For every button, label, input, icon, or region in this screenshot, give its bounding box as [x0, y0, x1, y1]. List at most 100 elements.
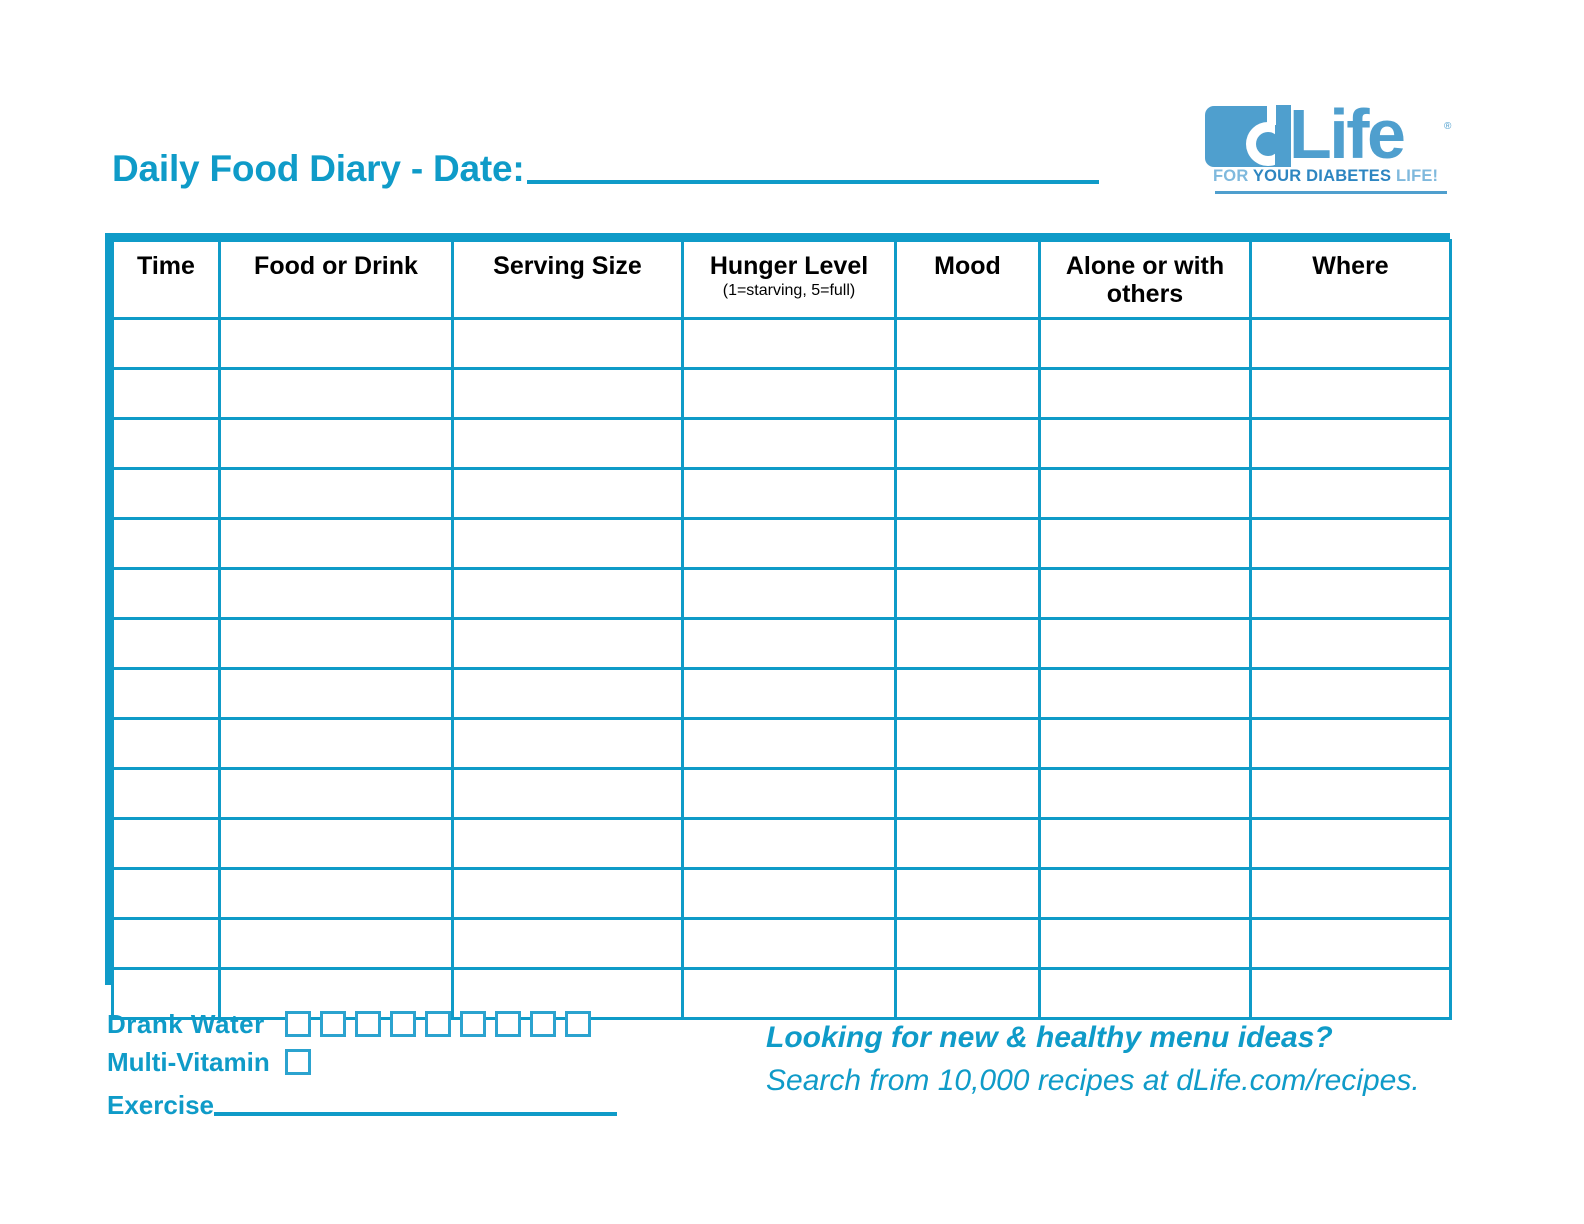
table-cell[interactable]: [451, 767, 684, 820]
table-cell[interactable]: [1249, 817, 1452, 870]
table-cell[interactable]: [894, 817, 1041, 870]
table-cell[interactable]: [1038, 817, 1252, 870]
table-cell[interactable]: [1249, 367, 1452, 420]
table-cell[interactable]: [1038, 517, 1252, 570]
table-cell[interactable]: [894, 867, 1041, 920]
table-cell[interactable]: [1038, 767, 1252, 820]
table-cell[interactable]: [218, 867, 454, 920]
table-cell[interactable]: [894, 917, 1041, 970]
table-cell[interactable]: [1249, 967, 1452, 1020]
table-cell[interactable]: [1249, 867, 1452, 920]
table-cell[interactable]: [451, 817, 684, 870]
drank-water-checkbox[interactable]: [355, 1011, 381, 1037]
table-cell[interactable]: [111, 667, 221, 720]
table-cell[interactable]: [111, 367, 221, 420]
table-cell[interactable]: [681, 617, 897, 670]
drank-water-checkbox[interactable]: [565, 1011, 591, 1037]
table-cell[interactable]: [111, 467, 221, 520]
exercise-fill-in-line[interactable]: [213, 1112, 617, 1116]
table-cell[interactable]: [451, 667, 684, 720]
table-cell[interactable]: [894, 417, 1041, 470]
table-cell[interactable]: [1038, 967, 1252, 1020]
table-cell[interactable]: [451, 317, 684, 370]
table-cell[interactable]: [451, 367, 684, 420]
table-cell[interactable]: [894, 667, 1041, 720]
table-cell[interactable]: [111, 867, 221, 920]
table-cell[interactable]: [111, 617, 221, 670]
table-cell[interactable]: [111, 717, 221, 770]
table-cell[interactable]: [681, 467, 897, 520]
date-fill-in-line[interactable]: [526, 180, 1099, 184]
table-cell[interactable]: [218, 917, 454, 970]
table-cell[interactable]: [681, 867, 897, 920]
table-cell[interactable]: [681, 917, 897, 970]
drank-water-checkbox[interactable]: [285, 1011, 311, 1037]
table-cell[interactable]: [894, 317, 1041, 370]
table-cell[interactable]: [894, 517, 1041, 570]
table-cell[interactable]: [681, 367, 897, 420]
table-cell[interactable]: [681, 417, 897, 470]
table-cell[interactable]: [111, 567, 221, 620]
table-cell[interactable]: [451, 517, 684, 570]
table-cell[interactable]: [681, 567, 897, 620]
table-cell[interactable]: [681, 767, 897, 820]
table-cell[interactable]: [218, 367, 454, 420]
table-cell[interactable]: [111, 767, 221, 820]
table-cell[interactable]: [1038, 417, 1252, 470]
table-cell[interactable]: [218, 417, 454, 470]
table-cell[interactable]: [1038, 617, 1252, 670]
table-cell[interactable]: [111, 317, 221, 370]
table-cell[interactable]: [894, 767, 1041, 820]
table-cell[interactable]: [1038, 567, 1252, 620]
table-cell[interactable]: [1249, 567, 1452, 620]
table-cell[interactable]: [1038, 717, 1252, 770]
table-cell[interactable]: [894, 567, 1041, 620]
table-cell[interactable]: [1249, 767, 1452, 820]
table-cell[interactable]: [681, 667, 897, 720]
table-cell[interactable]: [218, 317, 454, 370]
table-cell[interactable]: [111, 817, 221, 870]
drank-water-checkbox[interactable]: [530, 1011, 556, 1037]
table-cell[interactable]: [451, 867, 684, 920]
table-cell[interactable]: [1038, 467, 1252, 520]
table-cell[interactable]: [111, 417, 221, 470]
table-cell[interactable]: [451, 417, 684, 470]
table-cell[interactable]: [1249, 617, 1452, 670]
table-cell[interactable]: [894, 967, 1041, 1020]
drank-water-checkbox[interactable]: [460, 1011, 486, 1037]
table-cell[interactable]: [451, 617, 684, 670]
table-cell[interactable]: [681, 517, 897, 570]
table-cell[interactable]: [681, 717, 897, 770]
table-cell[interactable]: [681, 317, 897, 370]
table-cell[interactable]: [218, 717, 454, 770]
drank-water-checkbox[interactable]: [425, 1011, 451, 1037]
table-cell[interactable]: [1249, 417, 1452, 470]
table-cell[interactable]: [894, 467, 1041, 520]
table-cell[interactable]: [1249, 917, 1452, 970]
table-cell[interactable]: [218, 517, 454, 570]
table-cell[interactable]: [1038, 867, 1252, 920]
table-cell[interactable]: [1249, 717, 1452, 770]
table-cell[interactable]: [218, 667, 454, 720]
table-cell[interactable]: [1249, 467, 1452, 520]
table-cell[interactable]: [681, 817, 897, 870]
table-cell[interactable]: [451, 717, 684, 770]
table-cell[interactable]: [218, 567, 454, 620]
table-cell[interactable]: [218, 767, 454, 820]
table-cell[interactable]: [1249, 667, 1452, 720]
drank-water-checkbox[interactable]: [495, 1011, 521, 1037]
table-cell[interactable]: [218, 817, 454, 870]
table-cell[interactable]: [1249, 317, 1452, 370]
table-cell[interactable]: [1038, 667, 1252, 720]
table-cell[interactable]: [1038, 367, 1252, 420]
table-cell[interactable]: [894, 617, 1041, 670]
table-cell[interactable]: [451, 917, 684, 970]
promo-subline[interactable]: Search from 10,000 recipes at dLife.com/…: [766, 1061, 1486, 1100]
multi-vitamin-checkbox[interactable]: [285, 1049, 311, 1075]
drank-water-checkbox[interactable]: [390, 1011, 416, 1037]
table-cell[interactable]: [111, 917, 221, 970]
table-cell[interactable]: [451, 567, 684, 620]
table-cell[interactable]: [218, 617, 454, 670]
table-cell[interactable]: [111, 517, 221, 570]
table-cell[interactable]: [1249, 517, 1452, 570]
